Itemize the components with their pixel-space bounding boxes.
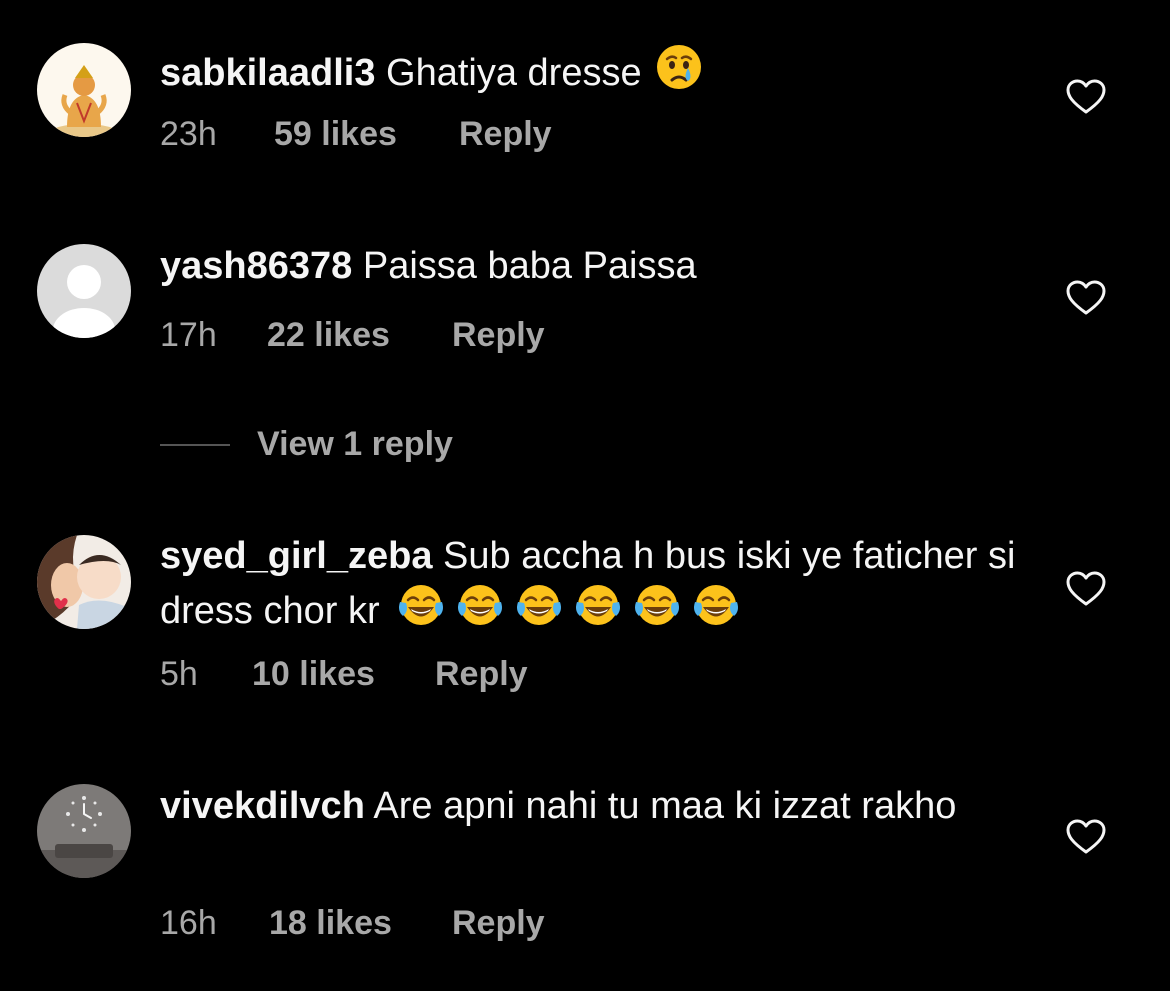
likes-count[interactable]: 18 likes bbox=[269, 903, 392, 943]
username[interactable]: syed_girl_zeba bbox=[160, 535, 432, 577]
like-heart-icon[interactable] bbox=[1066, 571, 1106, 607]
face-with-tears-of-joy-emoji-icon bbox=[632, 580, 682, 630]
comment-body: Are apni nahi tu maa ki izzat rakho bbox=[373, 785, 957, 827]
comment-body: Paissa baba Paissa bbox=[362, 245, 697, 287]
timestamp: 17h bbox=[160, 316, 217, 354]
face-with-tears-of-joy-emoji-icon bbox=[573, 580, 623, 630]
face-with-tears-of-joy-emoji-icon bbox=[514, 580, 564, 630]
comment-body: Ghatiya dresse bbox=[386, 52, 642, 94]
face-with-tears-of-joy-emoji-icon bbox=[691, 580, 741, 630]
crying-face-emoji-icon bbox=[654, 42, 704, 92]
default-profile-icon bbox=[37, 244, 131, 338]
likes-count[interactable]: 10 likes bbox=[252, 654, 375, 694]
comment-text: sabkilaadli3 Ghatiya dresse bbox=[160, 42, 1020, 97]
reply-button[interactable]: Reply bbox=[435, 654, 528, 694]
comment-text: syed_girl_zeba Sub accha h bus iski ye f… bbox=[160, 532, 1020, 635]
timestamp: 5h bbox=[160, 655, 198, 693]
reply-button[interactable]: Reply bbox=[452, 903, 545, 943]
reply-button[interactable]: Reply bbox=[459, 114, 552, 154]
hanuman-avatar-icon bbox=[37, 43, 131, 137]
username[interactable]: yash86378 bbox=[160, 245, 352, 287]
timestamp: 16h bbox=[160, 904, 217, 942]
emoji-group bbox=[380, 585, 741, 632]
likes-count[interactable]: 22 likes bbox=[267, 315, 390, 355]
wall-clock-room-avatar-icon bbox=[37, 784, 131, 878]
username[interactable]: vivekdilvch bbox=[160, 785, 365, 827]
comment-text: yash86378 Paissa baba Paissa bbox=[160, 242, 1020, 290]
like-heart-icon[interactable] bbox=[1066, 280, 1106, 316]
avatar[interactable] bbox=[37, 43, 131, 137]
like-heart-icon[interactable] bbox=[1066, 79, 1106, 115]
mother-child-avatar-icon bbox=[37, 535, 131, 629]
timestamp: 23h bbox=[160, 115, 217, 153]
avatar[interactable] bbox=[37, 535, 131, 629]
username[interactable]: sabkilaadli3 bbox=[160, 52, 375, 94]
face-with-tears-of-joy-emoji-icon bbox=[455, 580, 505, 630]
avatar[interactable] bbox=[37, 784, 131, 878]
comment-text: vivekdilvch Are apni nahi tu maa ki izza… bbox=[160, 782, 1020, 830]
like-heart-icon[interactable] bbox=[1066, 819, 1106, 855]
face-with-tears-of-joy-emoji-icon bbox=[396, 580, 446, 630]
avatar[interactable] bbox=[37, 244, 131, 338]
replies-divider bbox=[160, 444, 230, 446]
reply-button[interactable]: Reply bbox=[452, 315, 545, 355]
view-replies-label[interactable]: View 1 reply bbox=[257, 422, 453, 466]
likes-count[interactable]: 59 likes bbox=[274, 114, 397, 154]
